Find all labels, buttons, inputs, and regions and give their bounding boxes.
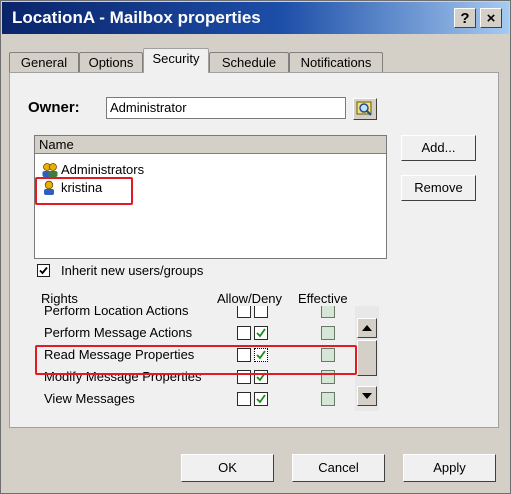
deny-checkbox[interactable] <box>254 326 268 340</box>
arrow-down-icon <box>362 393 372 399</box>
tab-general[interactable]: General <box>9 52 79 73</box>
effective-indicator <box>321 326 335 340</box>
right-name: View Messages <box>44 391 135 406</box>
names-column-header[interactable]: Name <box>35 136 386 154</box>
owner-label: Owner: <box>28 99 80 116</box>
close-button[interactable]: × <box>480 8 502 28</box>
help-button[interactable]: ? <box>454 8 476 28</box>
scroll-down-button[interactable] <box>357 386 377 406</box>
allow-checkbox[interactable] <box>237 326 251 340</box>
scroll-up-button[interactable] <box>357 318 377 338</box>
remove-button[interactable]: Remove <box>401 175 476 201</box>
window-title: LocationA - Mailbox properties <box>12 8 261 27</box>
owner-field[interactable]: Administrator <box>106 97 346 119</box>
deny-checkbox[interactable] <box>254 392 268 406</box>
rights-header: Rights <box>41 291 78 306</box>
tab-security[interactable]: Security <box>143 48 209 73</box>
rights-row[interactable]: Perform Location Actions <box>34 306 379 322</box>
deny-checkbox[interactable] <box>254 306 268 318</box>
scroll-thumb[interactable] <box>357 340 377 376</box>
highlight-box-kristina <box>35 177 133 205</box>
effective-header: Effective <box>298 291 348 306</box>
owner-browse-button[interactable] <box>353 98 377 120</box>
allow-checkbox[interactable] <box>237 392 251 406</box>
checkmark-icon <box>256 328 266 338</box>
checkmark-icon <box>256 394 266 404</box>
effective-indicator <box>321 392 335 406</box>
highlight-box-read-message-properties <box>35 345 357 375</box>
add-button[interactable]: Add... <box>401 135 476 161</box>
tab-notifications[interactable]: Notifications <box>289 52 383 73</box>
arrow-up-icon <box>362 325 372 331</box>
right-name: Perform Message Actions <box>44 325 193 340</box>
inherit-checkbox[interactable] <box>37 264 50 277</box>
mailbox-properties-dialog: LocationA - Mailbox properties ? × Gener… <box>0 0 511 494</box>
tab-schedule[interactable]: Schedule <box>209 52 289 73</box>
group-icon <box>42 163 58 177</box>
tab-options[interactable]: Options <box>79 52 143 73</box>
allow-checkbox[interactable] <box>237 306 251 318</box>
title-bar[interactable]: LocationA - Mailbox properties ? × <box>2 2 509 34</box>
search-icon <box>356 101 372 116</box>
apply-button[interactable]: Apply <box>403 454 496 482</box>
cancel-button[interactable]: Cancel <box>292 454 385 482</box>
inherit-label: Inherit new users/groups <box>61 263 204 278</box>
ok-button[interactable]: OK <box>181 454 274 482</box>
checkmark-icon <box>39 266 48 275</box>
right-name: Perform Location Actions <box>44 306 189 318</box>
allow-deny-header: Allow/Deny <box>217 291 283 306</box>
rights-row[interactable]: Perform Message Actions <box>34 322 379 344</box>
rights-row[interactable]: View Messages <box>34 388 379 410</box>
effective-indicator <box>321 306 335 318</box>
rights-scrollbar[interactable] <box>355 306 379 411</box>
